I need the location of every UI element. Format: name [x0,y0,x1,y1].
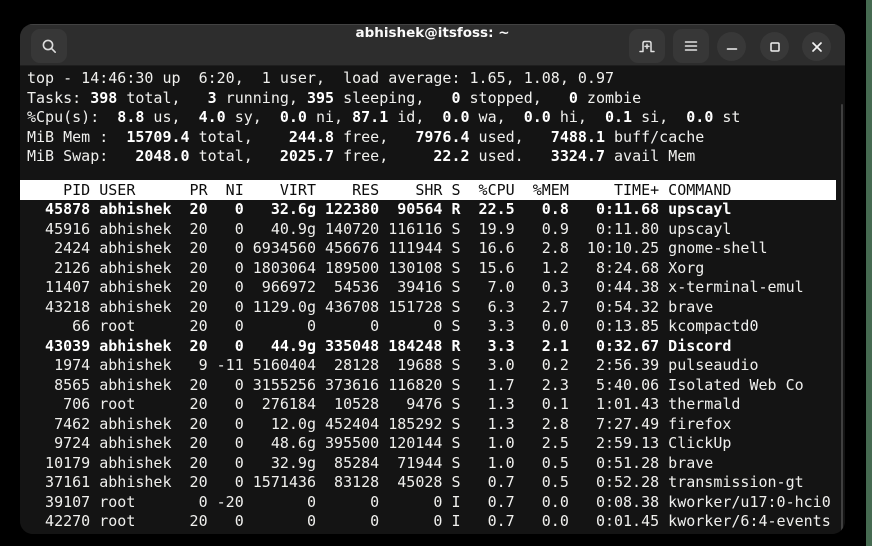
process-row: 9724 abhishek 20 0 48.6g 395500 120144 S… [27,434,831,454]
search-icon [41,38,58,55]
process-row: 11407 abhishek 20 0 966972 54536 39416 S… [27,278,831,298]
process-row: 8565 abhishek 20 0 3155256 373616 116820… [27,376,831,396]
minimize-icon [723,38,741,56]
process-row: 43218 abhishek 20 0 1129.0g 436708 15172… [27,298,831,318]
titlebar[interactable]: abhishek@itsfoss: ~ [20,24,845,66]
process-row: 45878 abhishek 20 0 32.6g 122380 90564 R… [27,200,831,220]
terminal-screen[interactable]: top - 14:46:30 up 6:20, 1 user, load ave… [20,66,845,534]
new-tab-icon [638,37,656,55]
process-table: 45878 abhishek 20 0 32.6g 122380 90564 R… [27,200,831,532]
scrollbar[interactable] [841,104,843,532]
process-row: 706 root 20 0 276184 10528 9476 S 1.3 0.… [27,395,831,415]
hamburger-menu-icon [682,37,700,55]
menu-button[interactable] [673,29,709,63]
process-row: 43039 abhishek 20 0 44.9g 335048 184248 … [27,337,831,357]
process-row: 42270 root 20 0 0 0 0 I 0.7 0.0 0:01.45 … [27,512,831,532]
close-icon [808,38,826,56]
process-row: 10179 abhishek 20 0 32.9g 85284 71944 S … [27,454,831,474]
close-button[interactable] [802,32,831,61]
new-tab-button[interactable] [629,29,665,63]
process-row: 45916 abhishek 20 0 40.9g 140720 116116 … [27,220,831,240]
process-row: 39107 root 0 -20 0 0 0 I 0.7 0.0 0:08.38… [27,493,831,513]
maximize-icon [766,38,784,56]
process-row: 66 root 20 0 0 0 0 S 3.3 0.0 0:13.85 kco… [27,317,831,337]
desktop-background: abhishek@itsfoss: ~ [0,0,872,546]
maximize-button[interactable] [760,32,789,61]
top-summary: top - 14:46:30 up 6:20, 1 user, load ave… [27,69,740,167]
process-row: 2424 abhishek 20 0 6934560 456676 111944… [27,239,831,259]
process-row: 2126 abhishek 20 0 1803064 189500 130108… [27,259,831,279]
process-row: 37161 abhishek 20 0 1571436 83128 45028 … [27,473,831,493]
process-row: 7462 abhishek 20 0 12.0g 452404 185292 S… [27,415,831,435]
minimize-button[interactable] [717,32,746,61]
table-header-line: PID USER PR NI VIRT RES SHR S %CPU %MEM … [27,180,731,200]
terminal-window: abhishek@itsfoss: ~ [20,24,845,534]
table-header-bar: PID USER PR NI VIRT RES SHR S %CPU %MEM … [20,180,836,200]
wallpaper-edge [866,0,872,546]
process-row: 1974 abhishek 9 -11 5160404 28128 19688 … [27,356,831,376]
search-button[interactable] [31,29,67,63]
